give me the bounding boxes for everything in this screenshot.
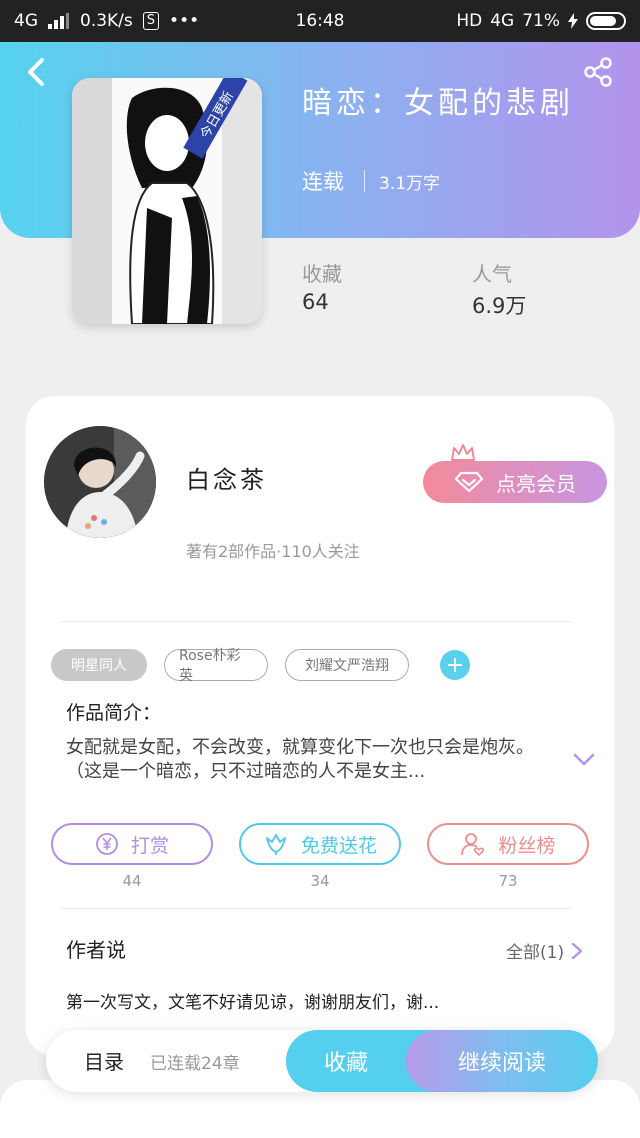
chevron-down-icon[interactable] — [572, 752, 596, 768]
popularity-value: 6.9万 — [472, 294, 527, 318]
charging-icon — [568, 13, 578, 29]
send-flower-button[interactable]: 免费送花 — [239, 823, 401, 865]
add-tag-icon[interactable]: + — [440, 650, 470, 680]
fans-ranking-button[interactable]: 粉丝榜 — [427, 823, 589, 865]
chevron-right-icon — [571, 942, 583, 959]
status-bar: 4G 0.3K/s S ••• 16:48 HD 4G 71% — [0, 0, 640, 42]
fans-ranking-label: 粉丝榜 — [498, 834, 556, 857]
author-says-text[interactable]: 第一次写文，文笔不好请见谅，谢谢朋友们，谢... — [66, 988, 439, 1013]
more-dots-icon: ••• — [169, 11, 200, 31]
share-icon[interactable] — [582, 56, 614, 88]
serial-status: 连载 — [302, 170, 344, 194]
network-speed: 0.3K/s — [80, 11, 133, 31]
favorites-value: 64 — [302, 290, 329, 314]
tip-button-label: 打赏 — [130, 834, 169, 857]
book-title: 暗恋：女配的悲剧 — [302, 86, 574, 121]
chapter-count: 已连载24章 — [150, 1054, 240, 1074]
diamond-icon — [454, 471, 484, 493]
divider-2 — [60, 908, 572, 909]
intro-text[interactable]: 女配就是女配，不会改变，就算变化下一次也只会是炮灰。（这是一个暗恋，只不过暗恋的… — [66, 736, 546, 784]
tag-item[interactable]: 刘耀文严浩翔 — [285, 649, 409, 681]
fans-icon — [461, 833, 485, 857]
s-badge-icon: S — [142, 12, 160, 30]
avatar-photo — [44, 426, 156, 538]
flower-icon — [266, 834, 286, 855]
tag-item[interactable]: Rose朴彩英 — [164, 648, 268, 684]
signal-icon — [48, 13, 69, 29]
vip-button[interactable]: 点亮会员 — [423, 461, 607, 503]
vip-button-label: 点亮会员 — [496, 471, 576, 496]
back-icon[interactable] — [22, 56, 52, 88]
author-name[interactable]: 白念茶 — [186, 460, 267, 495]
battery-percent: 71% — [522, 11, 560, 31]
yen-icon — [96, 833, 118, 855]
flower-count: 34 — [310, 872, 330, 890]
author-says-title: 作者说 — [66, 938, 126, 962]
author-meta: 著有2部作品·110人关注 — [186, 542, 360, 561]
author-avatar[interactable] — [44, 426, 156, 538]
author-says-all-link[interactable]: 全部(1) — [506, 938, 584, 963]
clock: 16:48 — [295, 11, 345, 31]
network-label: 4G — [14, 11, 38, 31]
continue-reading-label: 继续阅读 — [457, 1051, 546, 1076]
battery-icon — [586, 12, 626, 30]
hd-label: HD — [456, 11, 483, 31]
toc-button[interactable]: 目录 — [84, 1046, 124, 1075]
network-right-label: 4G — [490, 11, 515, 31]
fans-count: 73 — [498, 872, 518, 890]
continue-reading-button[interactable]: 继续阅读 — [406, 1030, 598, 1092]
author-says-all-label: 全部(1) — [506, 943, 565, 963]
intro-title: 作品简介： — [66, 702, 162, 724]
book-status-row: 连载 3.1万字 — [302, 166, 440, 196]
tag-item[interactable]: 明星同人 — [51, 649, 147, 681]
divider-1 — [60, 621, 572, 622]
cover-illustration: 今日更新 — [72, 78, 262, 324]
word-count: 3.1万字 — [379, 173, 441, 194]
tip-count: 44 — [122, 872, 142, 890]
book-cover[interactable]: 今日更新 — [72, 78, 262, 324]
send-flower-label: 免费送花 — [300, 834, 377, 857]
popularity-label: 人气 — [472, 262, 512, 286]
favorites-label: 收藏 — [302, 262, 342, 286]
tip-button[interactable]: 打赏 — [51, 823, 213, 865]
status-divider — [364, 170, 365, 192]
favorite-button-label: 收藏 — [323, 1051, 368, 1076]
